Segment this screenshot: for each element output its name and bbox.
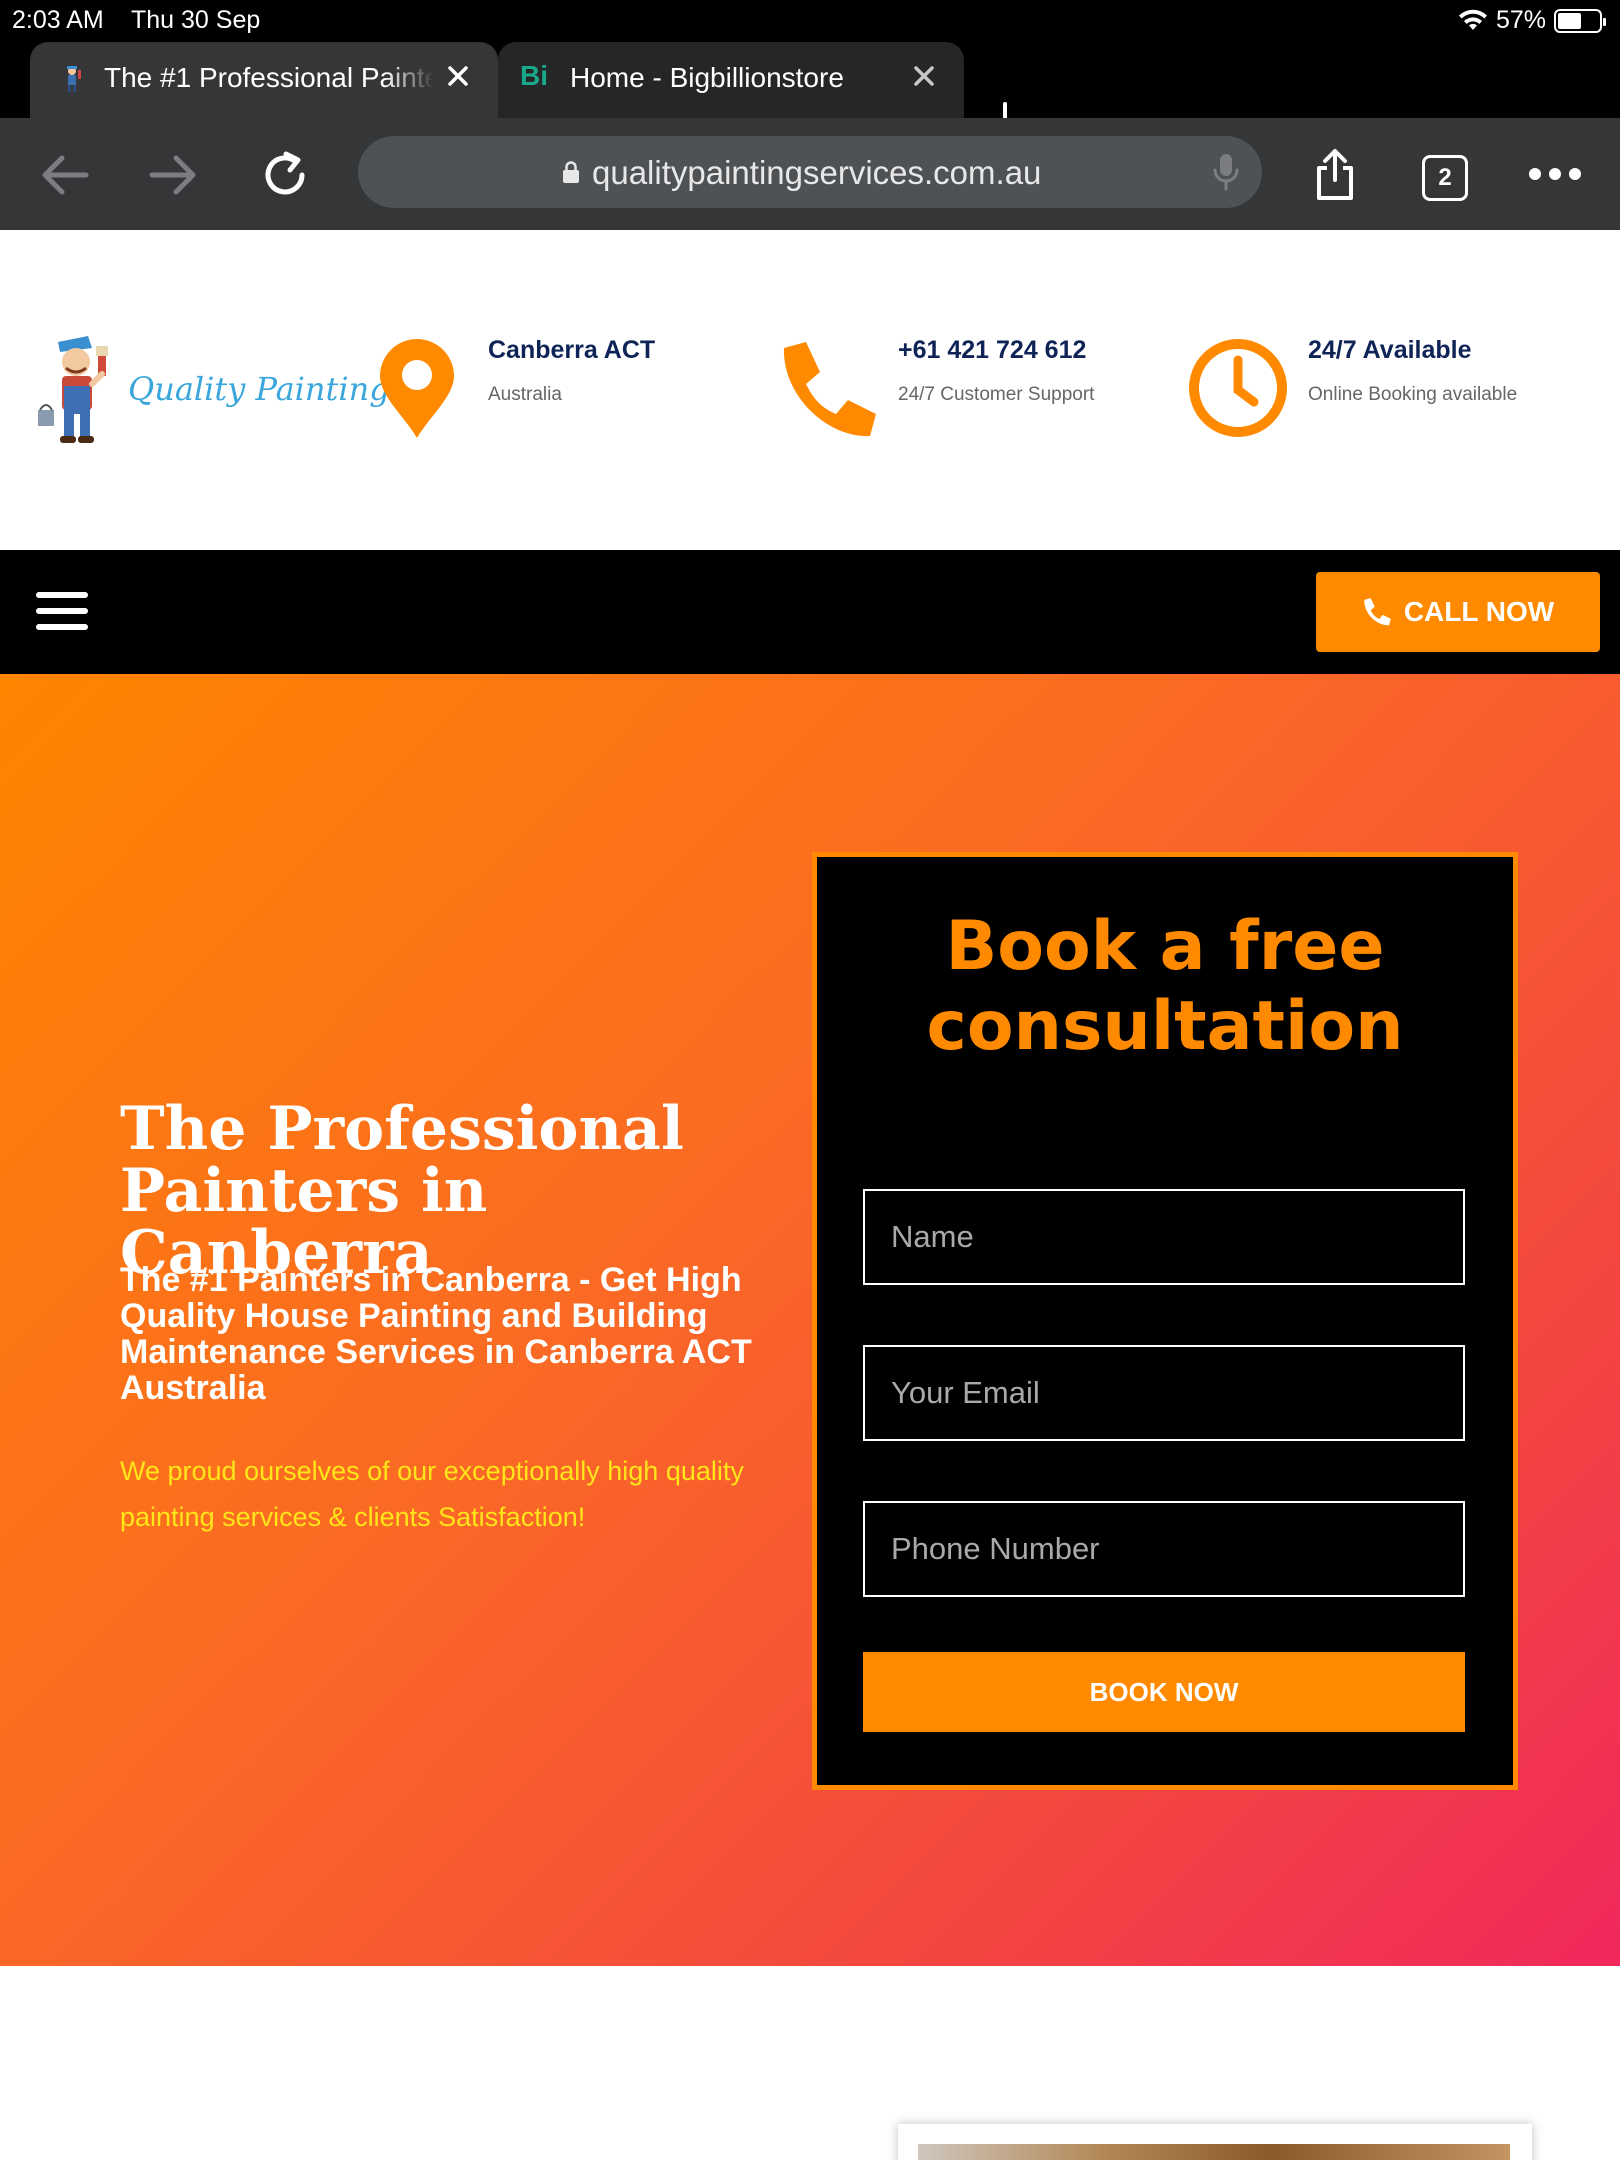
battery-icon	[1554, 8, 1606, 33]
reload-icon[interactable]	[258, 148, 312, 202]
map-pin-icon	[380, 339, 454, 438]
tab-strip: The #1 Professional Painters in Canberra…	[0, 40, 1620, 138]
phone-icon[interactable]	[776, 338, 880, 442]
microphone-icon[interactable]	[1212, 152, 1240, 192]
call-now-button[interactable]: CALL NOW	[1316, 572, 1600, 652]
back-arrow-icon[interactable]	[38, 148, 92, 202]
name-field[interactable]	[863, 1189, 1465, 1285]
hero-section: The Professional Painters in Canberra Th…	[0, 674, 1620, 1966]
hero-subtitle: The #1 Painters in Canberra - Get High Q…	[120, 1261, 752, 1407]
consultation-form: Book a free consultation BOOK NOW	[812, 852, 1518, 1790]
menu-icon[interactable]	[36, 592, 88, 632]
wifi-icon	[1458, 9, 1487, 30]
phone-subtitle: 24/7 Customer Support	[898, 384, 1095, 405]
email-field[interactable]	[863, 1345, 1465, 1441]
image-card	[898, 2124, 1532, 2160]
more-options-icon[interactable]	[1528, 166, 1582, 182]
hero-tagline: We proud ourselves of our exceptionally …	[120, 1456, 744, 1532]
form-title: Book a free consultation	[926, 907, 1404, 1066]
hours-title: 24/7 Available	[1308, 336, 1472, 364]
status-bar: 2:03 AM Thu 30 Sep 57%	[0, 0, 1620, 40]
share-icon[interactable]	[1310, 148, 1360, 202]
close-tab-icon[interactable]	[440, 58, 476, 94]
location-subtitle: Australia	[488, 384, 562, 405]
site-header: Quality Painting Canberra ACT Australia …	[0, 230, 1620, 550]
bigbillionstore-favicon-icon: Bi	[520, 60, 548, 90]
tab-count-button[interactable]: 2	[1422, 155, 1468, 201]
status-date: Thu 30 Sep	[131, 6, 261, 34]
address-bar[interactable]: qualitypaintingservices.com.au	[358, 136, 1262, 208]
location-title: Canberra ACT	[488, 336, 656, 364]
logo-text: Quality Painting	[128, 370, 390, 408]
interior-photo	[918, 2144, 1510, 2160]
hours-subtitle: Online Booking available	[1308, 384, 1518, 405]
next-section	[0, 1966, 1620, 2160]
clock-icon	[1189, 339, 1287, 437]
site-logo[interactable]: Quality Painting	[36, 328, 390, 446]
book-now-button[interactable]: BOOK NOW	[863, 1652, 1465, 1732]
phone-field[interactable]	[863, 1501, 1465, 1597]
status-right: 57%	[1458, 6, 1606, 35]
call-now-label: CALL NOW	[1403, 596, 1555, 627]
painter-mascot-icon	[38, 336, 108, 443]
phone-number[interactable]: +61 421 724 612	[898, 336, 1086, 365]
tab-bigbillionstore[interactable]: Bi Home - Bigbillionstore	[498, 42, 964, 118]
lock-icon	[563, 161, 579, 183]
status-time: 2:03 AM	[12, 6, 104, 34]
tab-title: The #1 Professional Painters in Canberra	[104, 62, 434, 93]
nav-bar: CALL NOW	[0, 550, 1620, 674]
hero-title: The Professional Painters in Canberra	[120, 1094, 684, 1288]
url-text: qualitypaintingservices.com.au	[592, 154, 1042, 191]
forward-arrow-icon[interactable]	[146, 148, 200, 202]
battery-percent: 57%	[1495, 6, 1546, 34]
close-tab-icon[interactable]	[906, 58, 942, 94]
painter-favicon-icon	[67, 66, 81, 92]
phone-icon	[1364, 598, 1391, 626]
browser-toolbar: qualitypaintingservices.com.au 2	[0, 118, 1620, 230]
tab-quality-painting[interactable]: The #1 Professional Painters in Canberra	[30, 42, 498, 118]
tab-title: Home - Bigbillionstore	[570, 62, 844, 93]
